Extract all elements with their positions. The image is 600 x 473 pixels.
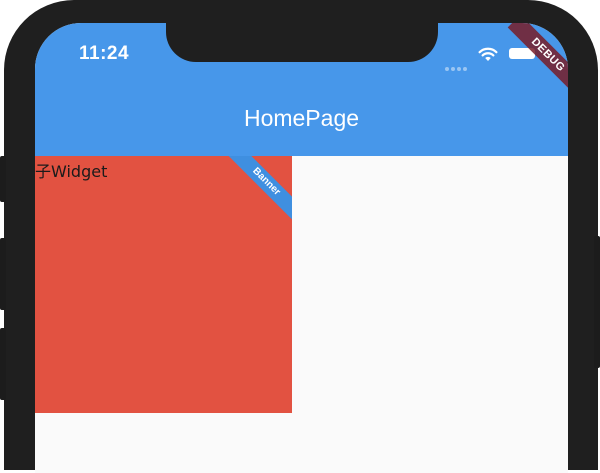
- wifi-icon: [478, 47, 498, 61]
- signal-dots-icon: [445, 58, 473, 71]
- mute-switch: [0, 156, 6, 202]
- child-widget-box: 子Widget Banner: [35, 156, 292, 413]
- power-button: [594, 236, 600, 368]
- app-bar: 11:24 HomePage: [35, 23, 568, 156]
- device-screen: 11:24 HomePage 子Widget Banner DEBUG: [35, 23, 568, 473]
- volume-down-button: [0, 328, 6, 400]
- status-time: 11:24: [79, 43, 130, 64]
- page-title: HomePage: [243, 105, 360, 131]
- banner-ribbon: Banner: [221, 156, 292, 227]
- child-widget-label: 子Widget: [35, 162, 108, 181]
- volume-up-button: [0, 238, 6, 310]
- device-notch: [166, 23, 438, 62]
